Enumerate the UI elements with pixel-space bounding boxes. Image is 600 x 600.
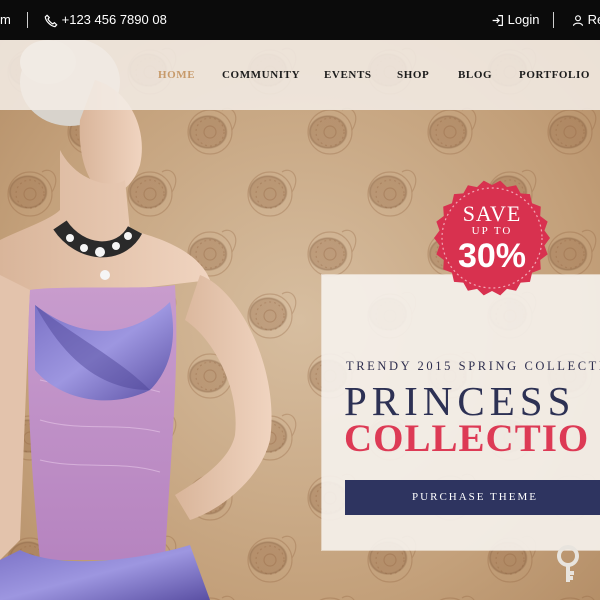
nav-item-portfolio[interactable]: PORTFOLIO	[519, 40, 590, 110]
hero-slider: TRENDY 2015 SPRING COLLECTI PRINCESS COL…	[0, 40, 600, 600]
top-bar: m +123 456 7890 08 Login Re	[0, 0, 600, 40]
top-bar-divider	[553, 12, 554, 28]
phone-link[interactable]: +123 456 7890 08	[44, 0, 167, 40]
phone-icon	[44, 14, 58, 27]
nav-item-events[interactable]: EVENTS	[324, 40, 372, 110]
badge-percent: 30%	[457, 237, 527, 275]
top-bar-divider	[27, 12, 28, 28]
nav-item-blog[interactable]: BLOG	[458, 40, 492, 110]
phone-number: +123 456 7890 08	[61, 12, 167, 27]
promo-tagline: TRENDY 2015 SPRING COLLECTI	[346, 359, 600, 373]
key-icon	[557, 545, 579, 582]
register-label: Re	[587, 12, 600, 27]
login-icon	[492, 15, 503, 27]
nav-item-shop[interactable]: SHOP	[397, 40, 429, 110]
nav-item-community[interactable]: COMMUNITY	[222, 40, 300, 110]
email-link[interactable]: m	[0, 0, 11, 40]
login-label: Login	[507, 12, 540, 27]
user-icon	[572, 15, 584, 26]
badge-save-text: SAVE	[462, 201, 522, 226]
main-nav: HOME COMMUNITY EVENTS SHOP BLOG PORTFOLI…	[0, 40, 600, 110]
save-badge: SAVE UP TO 30%	[433, 179, 551, 297]
nav-item-home[interactable]: HOME	[158, 40, 195, 110]
promo-title-line2: COLLECTIO	[344, 417, 590, 460]
purchase-theme-button[interactable]: PURCHASE THEME	[345, 480, 600, 515]
promo-panel: TRENDY 2015 SPRING COLLECTI PRINCESS COL…	[322, 275, 600, 550]
model-photo	[0, 40, 272, 600]
login-link[interactable]: Login	[491, 0, 539, 40]
email-text: m	[0, 12, 11, 27]
register-link[interactable]: Re	[572, 0, 600, 40]
badge-upto-text: UP TO	[471, 225, 513, 237]
